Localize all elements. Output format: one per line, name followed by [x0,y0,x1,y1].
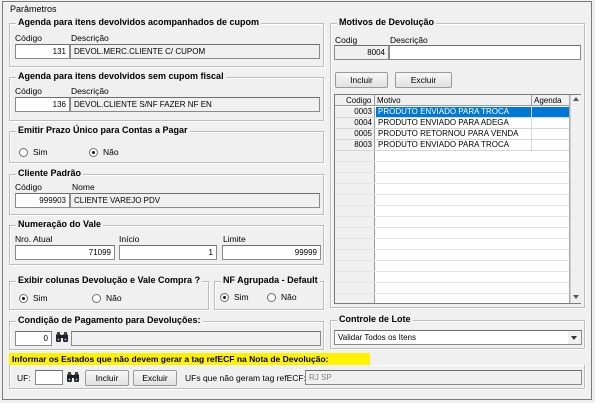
codigo-label: Código [15,182,42,192]
estado-incluir-button[interactable]: Incluir [85,370,129,386]
radio-label: Não [106,293,122,303]
group-title: Exibir colunas Devolução e Vale Compra ? [16,275,203,285]
empty-row [335,228,569,239]
scroll-down-icon[interactable] [573,295,579,299]
group-title: Cliente Padrão [16,168,84,178]
column-header-codigo[interactable]: Codigo [346,96,371,105]
empty-row [335,195,569,206]
dropdown-button[interactable] [568,331,581,344]
agenda-sem-cupom-descricao-field: DEVOL.CLIENTE S/NF FAZER NF EN [70,97,320,112]
binoculars-icon[interactable] [55,331,69,343]
motivo-incluir-button[interactable]: Incluir [335,72,388,88]
cell-codigo[interactable]: 0004 [335,118,375,128]
prazo-unico-nao-radio[interactable] [89,148,98,157]
empty-row [335,184,569,195]
radio-label: Sim [234,292,249,302]
limite-label: Limite [223,234,246,244]
ufs-field: RJ SP [305,370,582,385]
empty-row [335,151,569,162]
table-row[interactable]: 0004 PRODUTO ENVIADO PARA ADEGA [335,118,569,129]
prazo-unico-sim-radio[interactable] [19,148,28,157]
codigo-label: Codig [335,35,358,45]
cell-codigo[interactable]: 0005 [335,129,375,139]
group-title: Controle de Lote [337,314,413,324]
cell-motivo[interactable]: PRODUTO RETORNOU PARA VENDA [376,129,531,139]
cell-motivo[interactable]: PRODUTO ENVIADO PARA ADEGA [376,118,531,128]
uf-field[interactable] [35,370,63,385]
group-title: Emitir Prazo Único para Contas a Pagar [16,125,190,135]
column-header-agenda[interactable]: Agenda [534,96,562,105]
controle-lote-select[interactable]: Validar Todos os Itens [334,330,582,345]
condicao-codigo-field[interactable]: 0 [15,331,52,346]
grid-scrollbar[interactable] [570,95,581,303]
motivos-grid[interactable]: Codigo Motivo Agenda 0003 PRODUTO ENVIADO… [334,94,581,304]
descricao-label: Descrição [390,35,428,45]
exibir-colunas-sim-radio[interactable] [19,294,28,303]
cliente-codigo-field[interactable]: 999903 [15,193,70,208]
uf-label: UF: [17,373,31,383]
binoculars-icon[interactable] [66,371,80,383]
ufs-label: UFs que não geram tag refECF: [185,373,306,383]
exibir-colunas-nao-radio[interactable] [92,294,101,303]
agenda-com-cupom-descricao-field: DEVOL.MERC.CLIENTE C/ CUPOM [70,44,320,59]
window-title: Parâmetros [10,4,57,14]
table-row[interactable]: 0003 PRODUTO ENVIADO PARA TROCA [335,107,569,118]
empty-row [335,250,569,261]
group-title: Agenda para itens devolvidos sem cupom f… [16,71,226,81]
nome-label: Nome [72,182,95,192]
radio-label: Sim [33,147,48,157]
empty-row [335,173,569,184]
group-title: NF Agrupada - Default [221,275,320,285]
nro-atual-field[interactable]: 71099 [15,245,115,260]
codigo-label: Código [15,86,42,96]
cell-codigo[interactable]: 8003 [335,140,375,150]
empty-row [335,217,569,228]
scroll-up-icon[interactable] [573,97,579,101]
estado-excluir-button[interactable]: Excluir [133,370,177,386]
group-title: Numeração do Vale [16,219,104,229]
group-prazo-unico: Emitir Prazo Único para Contas a Pagar [9,125,324,163]
column-header-motivo[interactable]: Motivo [377,96,401,105]
nf-agrupada-sim-radio[interactable] [220,293,229,302]
agenda-com-cupom-codigo-field[interactable]: 131 [15,44,70,59]
motivo-codigo-field[interactable]: 8004 [334,45,389,60]
table-row[interactable]: 8003 PRODUTO ENVIADO PARA TROCA [335,140,569,151]
descricao-label: Descrição [71,33,109,43]
chevron-down-icon [571,336,577,340]
group-title: Condição de Pagamento para Devoluções: [16,315,203,325]
nf-agrupada-nao-radio[interactable] [267,293,276,302]
empty-row [335,206,569,217]
cell-agenda[interactable] [531,118,569,128]
codigo-label: Código [15,33,42,43]
group-title: Agenda para itens devolvidos acompanhado… [16,17,262,27]
empty-row [335,272,569,283]
radio-label: Sim [33,293,48,303]
cliente-nome-field: CLIENTE VAREJO PDV [70,193,320,208]
motivo-descricao-field[interactable] [389,45,581,60]
radio-label: Não [103,147,119,157]
limite-field[interactable]: 99999 [222,245,321,260]
empty-row [335,239,569,250]
inicio-field[interactable]: 1 [119,245,217,260]
nro-atual-label: Nro. Atual [15,234,53,244]
condicao-descricao-field [71,331,321,346]
radio-label: Não [281,292,297,302]
inicio-label: Início [119,234,140,244]
motivo-excluir-button[interactable]: Excluir [395,72,452,88]
cell-motivo[interactable]: PRODUTO ENVIADO PARA TROCA [376,140,531,150]
empty-row [335,283,569,294]
estados-title: Informar os Estados que não devem gerar … [12,354,329,364]
cell-agenda[interactable] [531,140,569,150]
cell-motivo[interactable]: PRODUTO ENVIADO PARA TROCA [376,107,531,117]
empty-row [335,162,569,173]
cell-agenda[interactable] [531,129,569,139]
descricao-label: Descrição [71,86,109,96]
grid-rows: 0003 PRODUTO ENVIADO PARA TROCA 0004 PRODUT… [335,107,569,294]
agenda-sem-cupom-codigo-field[interactable]: 136 [15,97,70,112]
table-row[interactable]: 0005 PRODUTO RETORNOU PARA VENDA [335,129,569,140]
group-title: Motivos de Devolução [337,17,437,27]
empty-row [335,261,569,272]
cell-agenda[interactable] [531,107,569,117]
cell-codigo[interactable]: 0003 [335,107,375,117]
